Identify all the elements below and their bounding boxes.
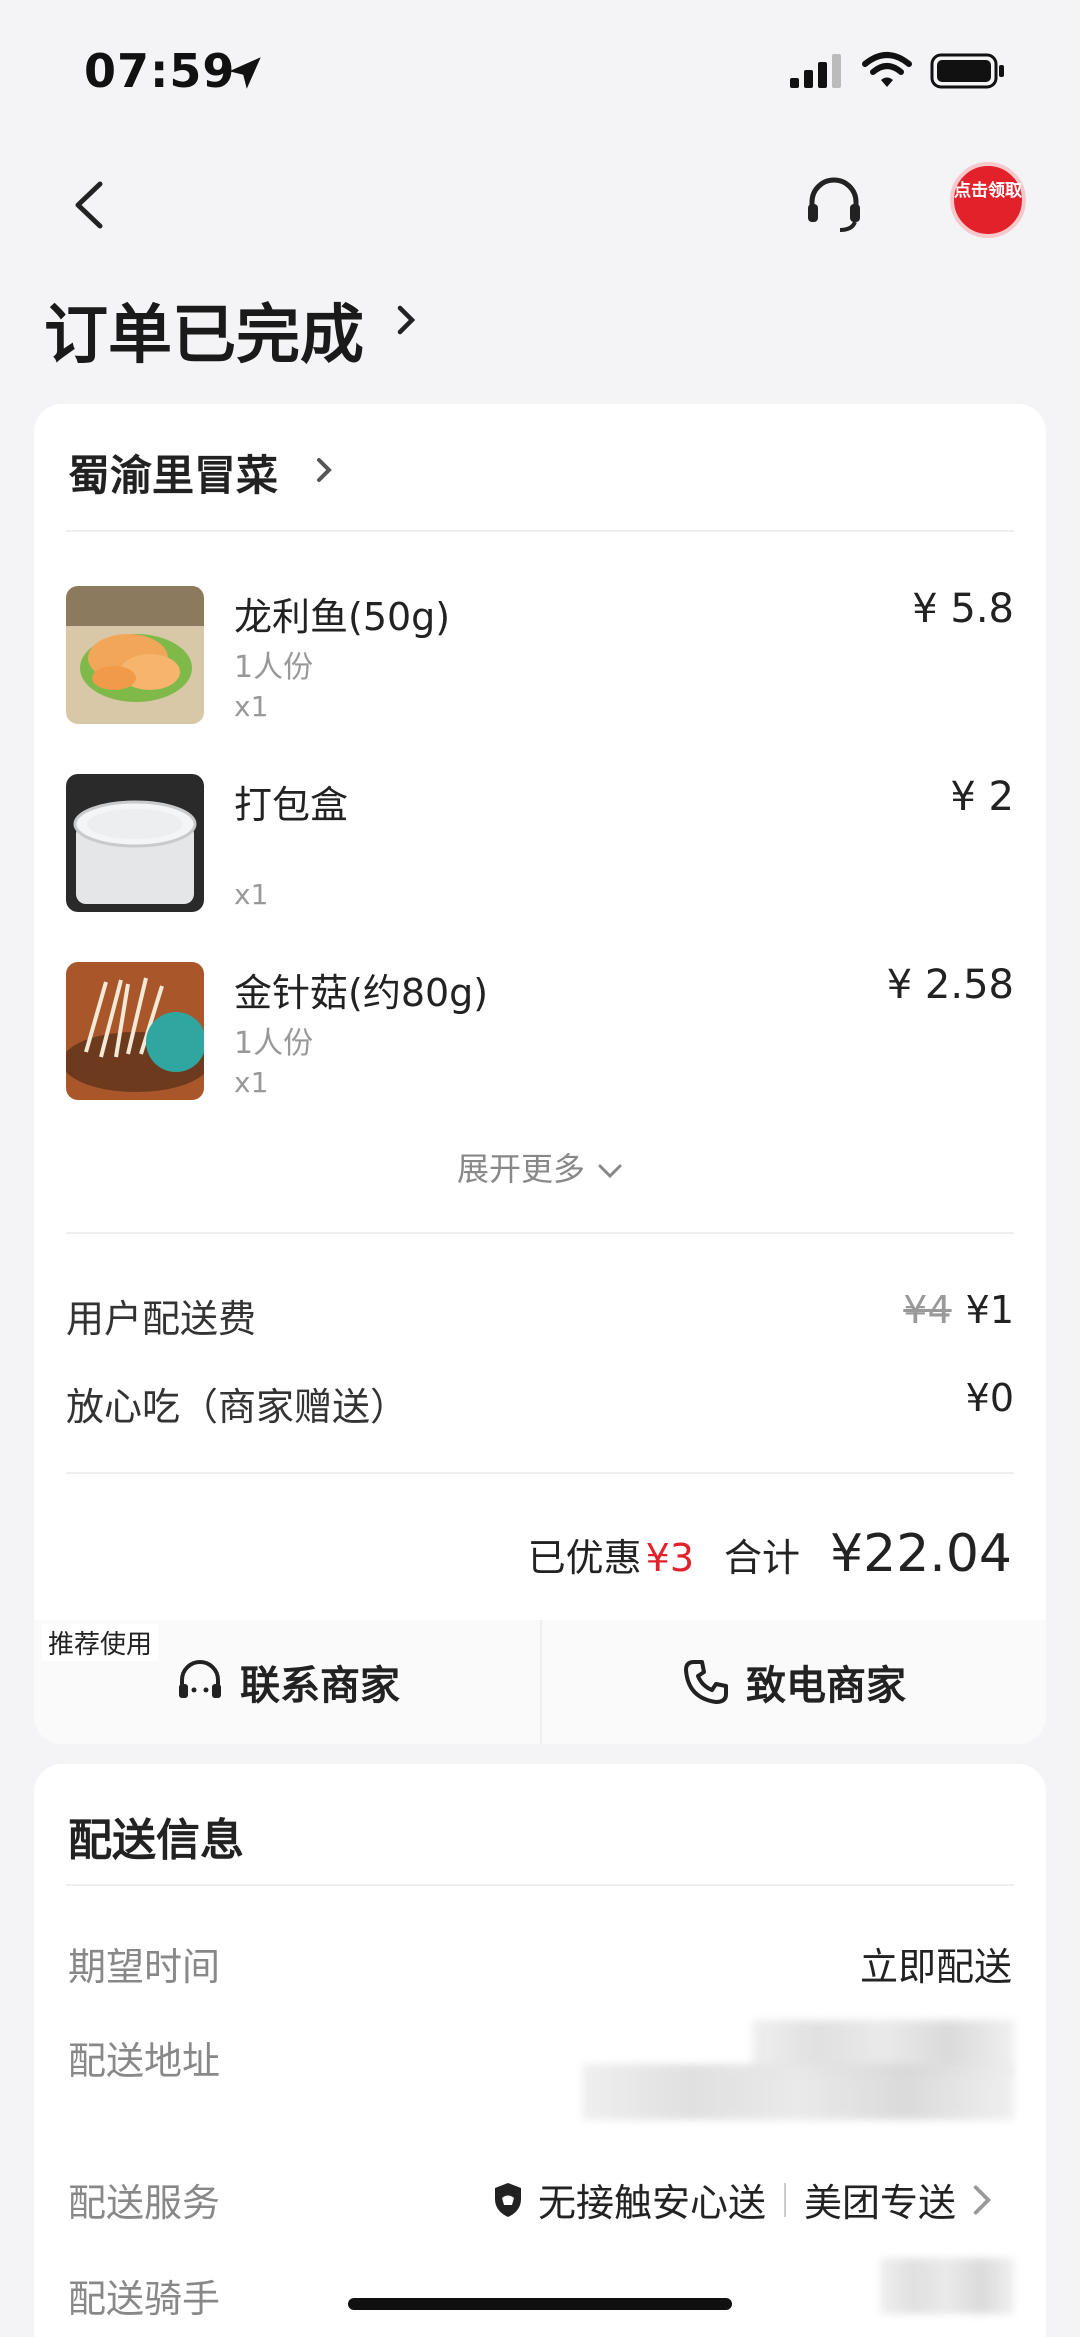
rider-redacted — [880, 2258, 1014, 2314]
call-merchant-label: 致电商家 — [746, 1663, 906, 1709]
item-quantity: x1 — [234, 690, 269, 723]
fee-row-assurance: 放心吃（商家赠送） ¥0 — [66, 1376, 1014, 1431]
contact-merchant-label: 联系商家 — [240, 1663, 400, 1709]
status-bar: 07:59 — [0, 0, 1080, 120]
phone-icon — [684, 1660, 728, 1704]
fee-row-delivery: 用户配送费 ¥4 ¥1 — [66, 1288, 1014, 1343]
item-name: 打包盒 — [234, 783, 349, 827]
item-spec: 1人份 — [234, 650, 314, 685]
item-quantity: x1 — [234, 1066, 269, 1099]
delivery-info-card: 配送信息 期望时间 立即配送 配送地址 配送服务 无接触安心送 美团专送 配送骑… — [34, 1764, 1046, 2337]
discount-label: 已优惠 — [527, 1536, 642, 1580]
shop-name[interactable]: 蜀渝里冒菜 — [68, 442, 278, 503]
service-contactless: 无接触安心送 — [537, 2181, 766, 2225]
item-image — [66, 962, 204, 1100]
fee-value: ¥4 ¥1 — [903, 1288, 1014, 1332]
item-image — [66, 586, 204, 724]
item-spec: 1人份 — [234, 1026, 314, 1061]
item-image — [66, 774, 204, 912]
nav-bar — [0, 150, 1080, 260]
discount-value: ¥3 — [645, 1536, 695, 1580]
delivery-row-service[interactable]: 配送服务 无接触安心送 美团专送 — [68, 2172, 1012, 2227]
divider — [783, 2182, 786, 2217]
expand-more-button[interactable]: 展开更多 — [34, 1144, 1046, 1190]
home-indicator[interactable] — [348, 2298, 732, 2310]
service-value[interactable]: 无接触安心送 美团专送 — [492, 2172, 1012, 2227]
back-button[interactable] — [62, 170, 122, 240]
shield-icon — [494, 2182, 521, 2217]
divider — [66, 1884, 1014, 1886]
fee-original: ¥4 — [903, 1288, 952, 1332]
item-price: ¥ 5.8 — [912, 586, 1014, 632]
fee-current: ¥1 — [965, 1288, 1014, 1332]
battery-icon — [930, 53, 1004, 89]
service-label: 配送服务 — [68, 2181, 221, 2225]
expand-more-label: 展开更多 — [456, 1150, 585, 1188]
contact-bar: 推荐使用 联系商家 致电商家 — [34, 1620, 1046, 1744]
service-provider: 美团专送 — [803, 2181, 956, 2225]
contact-merchant-button[interactable]: 联系商家 — [34, 1620, 540, 1744]
item-quantity: x1 — [234, 878, 269, 911]
divider — [66, 1232, 1014, 1234]
fee-value: ¥0 — [965, 1376, 1014, 1420]
item-name: 金针菇(约80g) — [234, 971, 489, 1015]
chevron-right-icon[interactable] — [314, 454, 334, 486]
item-price: ¥ 2 — [950, 774, 1014, 820]
cellular-signal-icon — [790, 54, 841, 88]
customer-service-headset-icon[interactable] — [800, 170, 868, 238]
item-name: 龙利鱼(50g) — [234, 595, 451, 639]
chat-headset-icon — [179, 1660, 221, 1698]
location-arrow-icon — [229, 57, 261, 89]
order-item[interactable]: 龙利鱼(50g) 1人份 x1 ¥ 5.8 — [66, 586, 1014, 726]
order-item[interactable]: 金针菇(约80g) 1人份 x1 ¥ 2.58 — [66, 962, 1014, 1102]
expected-time-label: 期望时间 — [68, 1945, 221, 1989]
order-total-summary: 已优惠 ¥3 合计 ¥22.04 — [528, 1524, 1012, 1584]
wifi-icon — [862, 52, 912, 87]
rider-label: 配送骑手 — [68, 2277, 221, 2321]
order-item[interactable]: 打包盒 x1 ¥ 2 — [66, 774, 1014, 914]
chevron-down-icon — [598, 1164, 622, 1179]
coupon-claim-button[interactable]: 点击领取 — [950, 162, 1026, 238]
divider — [66, 530, 1014, 532]
fee-label: 用户配送费 — [66, 1297, 257, 1341]
total-label: 合计 — [724, 1536, 801, 1580]
call-merchant-button[interactable]: 致电商家 — [540, 1620, 1046, 1744]
delivery-row-rider: 配送骑手 — [68, 2268, 1012, 2323]
expected-time-value: 立即配送 — [859, 1945, 1012, 1989]
fee-label: 放心吃（商家赠送） — [66, 1385, 409, 1429]
address-redacted — [582, 2064, 1014, 2120]
delivery-row-time: 期望时间 立即配送 — [68, 1936, 1012, 1991]
total-value: ¥22.04 — [830, 1524, 1012, 1584]
delivery-info-title: 配送信息 — [68, 1815, 244, 1866]
chevron-right-icon — [973, 2184, 992, 2215]
item-price: ¥ 2.58 — [886, 962, 1014, 1008]
divider — [66, 1472, 1014, 1474]
address-label: 配送地址 — [68, 2039, 221, 2083]
chevron-right-icon[interactable] — [392, 300, 420, 340]
page-title[interactable]: 订单已完成 — [44, 284, 364, 376]
order-card: 蜀渝里冒菜 龙利鱼(50g) 1人份 x1 ¥ 5.8 打包盒 x1 ¥ 2 金… — [34, 404, 1046, 1744]
coupon-claim-label: 点击领取 — [954, 181, 1022, 201]
status-time: 07:59 — [84, 44, 236, 98]
